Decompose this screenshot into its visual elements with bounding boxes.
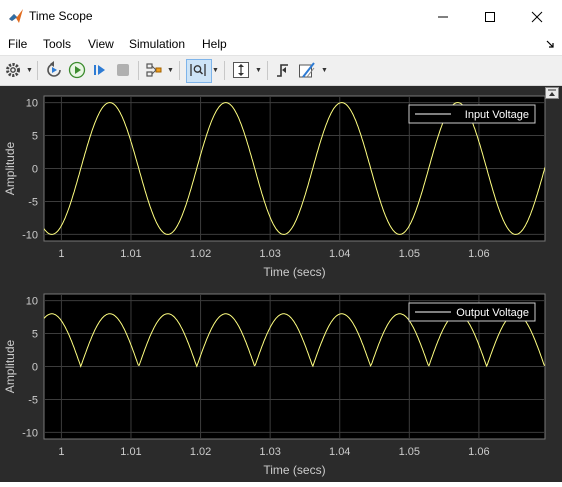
y-tick-label: -5 [28, 394, 38, 406]
minimize-button[interactable] [420, 0, 466, 33]
dock-arrow-icon[interactable] [546, 40, 555, 49]
toolbar-separator [267, 61, 268, 80]
chevron-down-icon[interactable]: ▼ [255, 67, 262, 74]
y-axis-label: Amplitude [3, 142, 17, 196]
y-tick-label: 10 [26, 296, 38, 308]
x-tick-label: 1.04 [329, 248, 350, 260]
triggers-icon[interactable] [274, 61, 292, 79]
stop-icon[interactable] [114, 61, 132, 79]
x-tick-label: 1.03 [259, 248, 280, 260]
x-axis-label: Time (secs) [263, 463, 325, 477]
menu-tools[interactable]: Tools [43, 37, 71, 51]
minimize-icon [438, 16, 448, 17]
legend-label: Input Voltage [465, 109, 529, 121]
x-tick-label: 1.02 [190, 248, 211, 260]
x-tick-label: 1.05 [399, 248, 420, 260]
menu-view[interactable]: View [88, 37, 114, 51]
cursor-measurements-icon[interactable] [298, 61, 316, 79]
chevron-down-icon[interactable]: ▼ [321, 67, 328, 74]
toolbar-separator [224, 61, 225, 80]
chevron-down-icon[interactable]: ▼ [212, 67, 219, 74]
maximize-icon [485, 11, 495, 22]
x-tick-label: 1.04 [329, 446, 350, 458]
scope-display[interactable]: 10 5 0 -5 -10 1 1.01 1.02 1.03 1.04 1.05 1.06 Time (… [0, 86, 562, 482]
chevron-down-icon[interactable]: ▼ [167, 67, 174, 74]
y-tick-label: -10 [22, 427, 38, 439]
title-bar: Time Scope [0, 0, 562, 33]
y-tick-label: -5 [28, 196, 38, 208]
x-tick-label: 1.01 [120, 248, 141, 260]
maximize-button[interactable] [467, 0, 513, 33]
scope-panel-2: 10 5 0 -5 -10 1 1.01 1.02 1.03 1.04 1.05 1.06 Time (… [3, 293, 546, 477]
gear-icon[interactable] [4, 61, 22, 79]
close-icon [531, 11, 543, 22]
x-tick-label: 1.06 [468, 248, 489, 260]
menu-simulation[interactable]: Simulation [129, 37, 185, 51]
y-axis-label: Amplitude [3, 340, 17, 394]
y-tick-label: 5 [32, 131, 38, 143]
x-axis-label: Time (secs) [263, 265, 325, 279]
x-tick-label: 1 [58, 248, 64, 260]
run-icon[interactable] [68, 61, 86, 79]
y-tick-label: 0 [32, 164, 38, 176]
x-tick-label: 1.05 [399, 446, 420, 458]
zoom-icon[interactable] [189, 61, 207, 79]
scope-panel-1: 10 5 0 -5 -10 1 1.01 1.02 1.03 1.04 1.05 1.06 Time (… [3, 95, 546, 279]
x-tick-label: 1.03 [259, 446, 280, 458]
highlight-icon[interactable] [145, 61, 163, 79]
menu-file[interactable]: File [8, 37, 27, 51]
x-tick-label: 1 [58, 446, 64, 458]
y-tick-label: -10 [22, 229, 38, 241]
x-tick-label: 1.06 [468, 446, 489, 458]
toolbar-separator [138, 61, 139, 80]
undock-icon [548, 89, 556, 96]
menu-help[interactable]: Help [202, 37, 227, 51]
toolbar-separator [37, 61, 38, 80]
scale-axes-icon[interactable] [232, 61, 250, 79]
toolbar-separator [179, 61, 180, 80]
y-tick-label: 5 [32, 329, 38, 341]
close-button[interactable] [514, 0, 560, 33]
y-tick-label: 10 [26, 98, 38, 110]
matlab-logo-icon [9, 9, 23, 23]
undock-button[interactable] [545, 87, 559, 99]
scope-plots[interactable]: 1050-5-101 1.01 1.02 1.03 1.04 1.05 1.06Time (… [0, 86, 562, 482]
step-forward-icon[interactable] [91, 61, 109, 79]
menu-bar: File Tools View Simulation Help [0, 33, 562, 56]
window-title: Time Scope [29, 9, 93, 23]
y-tick-label: 0 [32, 362, 38, 374]
step-back-icon[interactable] [45, 61, 63, 79]
chevron-down-icon[interactable]: ▼ [26, 67, 33, 74]
toolbar: ▼ ▼ ▼ ▼ ▼ [0, 56, 562, 86]
legend-label: Output Voltage [456, 307, 529, 319]
x-tick-label: 1.02 [190, 446, 211, 458]
x-tick-label: 1.01 [120, 446, 141, 458]
